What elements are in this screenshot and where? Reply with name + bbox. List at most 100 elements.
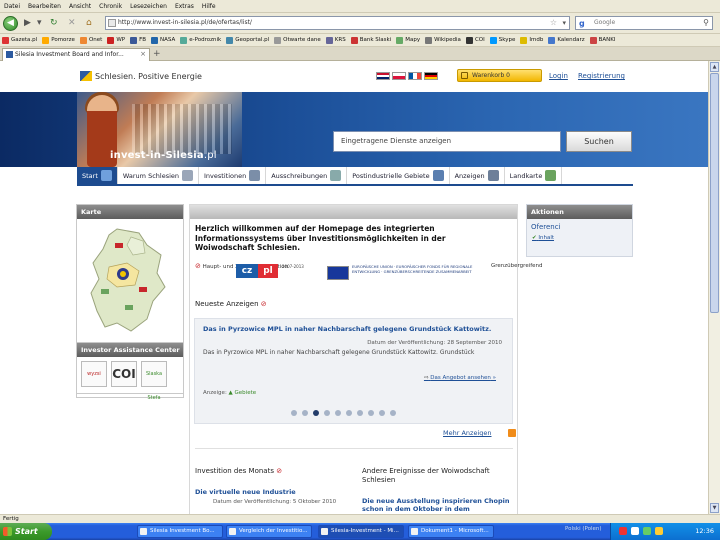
action-link[interactable]: Oferenci: [531, 223, 561, 231]
nav-item-start[interactable]: Start: [77, 167, 118, 184]
site-search-input[interactable]: Eingetragene Dienste anzeigen: [333, 131, 561, 152]
dropdown-icon[interactable]: ▾: [37, 18, 42, 28]
taskbar-item[interactable]: Dokument1 - Microsoft...: [408, 525, 494, 538]
menu-bookmarks[interactable]: Lesezeichen: [130, 3, 167, 10]
register-link[interactable]: Registrierung: [578, 72, 625, 80]
search-button[interactable]: Suchen: [566, 131, 632, 152]
nav-item-postindustrielle-gebiete[interactable]: Postindustrielle Gebiete: [347, 167, 450, 184]
home-icon[interactable]: ⌂: [86, 18, 92, 28]
hero-banner: invest-in-Silesia.pl Eingetragene Dienst…: [0, 92, 708, 167]
bookmark-item[interactable]: NASA: [151, 36, 175, 44]
site-favicon-icon: [108, 19, 116, 27]
network-icon[interactable]: [631, 527, 639, 535]
content-link[interactable]: ✔ Inhalt: [532, 235, 554, 241]
stop-icon[interactable]: ✕: [68, 18, 76, 28]
bookmark-item[interactable]: BANKI: [589, 36, 616, 44]
bookmark-favicon-icon: [274, 36, 282, 44]
update-icon[interactable]: [643, 527, 651, 535]
scroll-thumb[interactable]: [710, 73, 719, 313]
flag-de-icon[interactable]: [424, 72, 438, 80]
start-button[interactable]: Start: [0, 523, 52, 540]
basket-button[interactable]: Warenkorb 0: [457, 69, 542, 82]
carousel-dot[interactable]: [324, 410, 330, 416]
forward-icon[interactable]: ▶: [24, 18, 31, 28]
antivirus-icon[interactable]: [619, 527, 627, 535]
scroll-down-icon[interactable]: ▼: [710, 503, 719, 513]
bookmark-label: Imdb: [529, 37, 544, 43]
flag-en-icon[interactable]: [376, 72, 390, 80]
bookmark-item[interactable]: Mapy: [396, 36, 420, 44]
bookmark-item[interactable]: Skype: [489, 36, 515, 44]
new-tab-icon[interactable]: +: [153, 49, 161, 59]
bookmark-item[interactable]: Kalendarz: [548, 36, 585, 44]
menu-view[interactable]: Ansicht: [69, 3, 91, 10]
eu-label-right: Grenzübergreifend: [491, 263, 543, 269]
bookmark-item[interactable]: FB: [130, 36, 146, 44]
carousel-dot[interactable]: [291, 410, 297, 416]
nav-item-landkarte[interactable]: Landkarte: [505, 167, 563, 184]
coi-logo[interactable]: COI: [111, 361, 137, 387]
ad-more-link[interactable]: ⇨ Das Angebot ansehen »: [424, 375, 496, 381]
more-ads-link[interactable]: Mehr Anzeigen: [443, 429, 492, 437]
back-button[interactable]: ◀: [3, 16, 18, 31]
carousel-dot[interactable]: [346, 410, 352, 416]
taskbar-item-active[interactable]: Silesia-Investment - Mi...: [318, 525, 404, 538]
carousel-dot[interactable]: [335, 410, 341, 416]
bookmark-item[interactable]: Gazeta.pl: [2, 36, 37, 44]
bookmark-item[interactable]: Otwarte dane: [274, 36, 321, 44]
partner-logo-1[interactable]: wyzsi: [81, 361, 107, 387]
menu-edit[interactable]: Bearbeiten: [28, 3, 61, 10]
carousel-dot[interactable]: [357, 410, 363, 416]
flag-fr-icon[interactable]: [408, 72, 422, 80]
actions-box: Aktionen Oferenci ✔ Inhalt: [526, 204, 633, 257]
nav-item-warum-schlesien[interactable]: Warum Schlesien: [118, 167, 200, 184]
rss-icon[interactable]: [508, 429, 516, 437]
ad-title-link[interactable]: Das in Pyrzowice MPL in naher Nachbarsch…: [203, 325, 491, 333]
bookmark-item[interactable]: e-Podroznik: [180, 36, 221, 44]
invest-title-link[interactable]: Die virtuelle neue Industrie: [195, 488, 345, 496]
bookmark-item[interactable]: Wikipedia: [425, 36, 461, 44]
events-title-link[interactable]: Die neue Ausstellung inspirieren Chopin …: [362, 497, 512, 513]
bookmark-favicon-icon: [226, 36, 234, 44]
bookmark-item[interactable]: Imdb: [520, 36, 544, 44]
star-icon[interactable]: ☆: [550, 17, 557, 29]
volume-icon[interactable]: [655, 527, 663, 535]
scroll-up-icon[interactable]: ▲: [710, 62, 719, 72]
bookmark-item[interactable]: COI: [465, 36, 485, 44]
page-scrollbar[interactable]: ▲ ▼: [708, 61, 720, 514]
carousel-dot[interactable]: [368, 410, 374, 416]
ad-category-value[interactable]: Gebiete: [235, 390, 257, 396]
language-indicator[interactable]: Polski (Polen): [565, 526, 602, 532]
menu-file[interactable]: Datei: [4, 3, 20, 10]
nav-item-ausschreibungen[interactable]: Ausschreibungen: [266, 167, 348, 184]
url-dropdown-icon[interactable]: ▾: [562, 17, 566, 29]
carousel-dot[interactable]: [379, 410, 385, 416]
nav-item-investitionen[interactable]: Investitionen: [199, 167, 267, 184]
login-link[interactable]: Login: [549, 72, 568, 80]
bookmark-item[interactable]: Onet: [79, 36, 102, 44]
bookmark-item[interactable]: Geoportal.pl: [226, 36, 269, 44]
partner-logo-3[interactable]: Slaska Stefa: [141, 361, 167, 401]
region-map[interactable]: [87, 227, 167, 335]
tab-silesia[interactable]: Silesia Investment Board and Infor... ×: [2, 48, 150, 61]
nav-item-anzeigen[interactable]: Anzeigen: [450, 167, 505, 184]
bookmark-item[interactable]: KRS: [325, 36, 346, 44]
menu-history[interactable]: Chronik: [99, 3, 122, 10]
carousel-dot[interactable]: [390, 410, 396, 416]
bookmark-item[interactable]: Pomorze: [42, 36, 75, 44]
menu-tools[interactable]: Extras: [175, 3, 194, 10]
magnifier-icon[interactable]: ⚲: [703, 17, 709, 29]
taskbar-item[interactable]: Silesia Investment Bo...: [137, 525, 223, 538]
bookmark-item[interactable]: Bank Slaski: [350, 36, 391, 44]
browser-search-input[interactable]: g Google ⚲: [575, 16, 713, 30]
reload-icon[interactable]: ↻: [50, 18, 58, 28]
carousel-dot[interactable]: [313, 410, 319, 416]
close-tab-icon[interactable]: ×: [140, 49, 146, 60]
flag-pl-icon[interactable]: [392, 72, 406, 80]
bookmark-item[interactable]: WP: [107, 36, 125, 44]
site-logo[interactable]: Schlesien. Positive Energie: [80, 71, 202, 81]
menu-help[interactable]: Hilfe: [202, 3, 216, 10]
carousel-dot[interactable]: [302, 410, 308, 416]
address-bar[interactable]: http://www.invest-in-silesia.pl/de/ofert…: [105, 16, 570, 30]
taskbar-item[interactable]: Vergleich der Investitio...: [226, 525, 312, 538]
